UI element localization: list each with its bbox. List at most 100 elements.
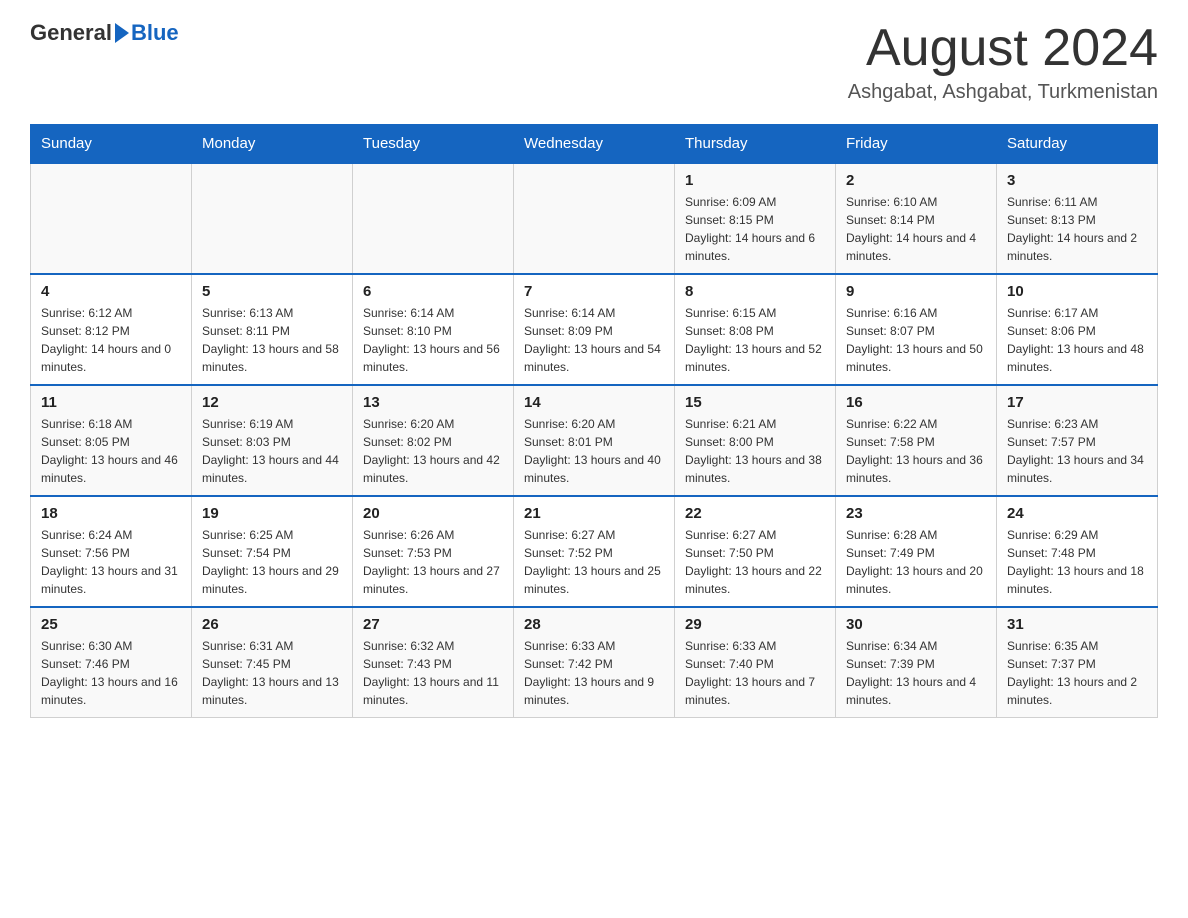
- calendar-header-row: SundayMondayTuesdayWednesdayThursdayFrid…: [31, 125, 1158, 164]
- day-info: Sunrise: 6:29 AM Sunset: 7:48 PM Dayligh…: [1007, 526, 1147, 598]
- day-number: 9: [846, 283, 986, 300]
- day-info: Sunrise: 6:14 AM Sunset: 8:10 PM Dayligh…: [363, 304, 503, 376]
- calendar-cell: 5 Sunrise: 6:13 AM Sunset: 8:11 PM Daylig…: [192, 274, 353, 385]
- day-number: 5: [202, 283, 342, 300]
- calendar-cell: 20Sunrise: 6:26 AM Sunset: 7:53 PM Dayli…: [353, 496, 514, 607]
- calendar-cell: 26 Sunrise: 6:31 AM Sunset: 7:45 PM Dayli…: [192, 607, 353, 718]
- day-number: 31: [1007, 616, 1147, 633]
- day-number: 16: [846, 394, 986, 411]
- day-number: 6: [363, 283, 503, 300]
- calendar-week-row: 18Sunrise: 6:24 AM Sunset: 7:56 PM Dayli…: [31, 496, 1158, 607]
- day-number: 17: [1007, 394, 1147, 411]
- logo: General Blue: [30, 20, 179, 46]
- day-number: 13: [363, 394, 503, 411]
- calendar-cell: 29 Sunrise: 6:33 AM Sunset: 7:40 PM Dayli…: [675, 607, 836, 718]
- day-number: 26: [202, 616, 342, 633]
- calendar-cell: 22 Sunrise: 6:27 AM Sunset: 7:50 PM Dayli…: [675, 496, 836, 607]
- day-number: 4: [41, 283, 181, 300]
- day-info: Sunrise: 6:13 AM Sunset: 8:11 PM Dayligh…: [202, 304, 342, 376]
- day-number: 27: [363, 616, 503, 633]
- calendar-cell: 23 Sunrise: 6:28 AM Sunset: 7:49 PM Dayli…: [836, 496, 997, 607]
- calendar-cell: 14 Sunrise: 6:20 AM Sunset: 8:01 PM Dayli…: [514, 385, 675, 496]
- day-info: Sunrise: 6:27 AM Sunset: 7:52 PM Dayligh…: [524, 526, 664, 598]
- title-block: August 2024 Ashgabat, Ashgabat, Turkmeni…: [848, 20, 1158, 104]
- month-year-title: August 2024: [848, 20, 1158, 77]
- calendar-cell: 11 Sunrise: 6:18 AM Sunset: 8:05 PM Dayli…: [31, 385, 192, 496]
- day-info: Sunrise: 6:17 AM Sunset: 8:06 PM Dayligh…: [1007, 304, 1147, 376]
- day-number: 22: [685, 505, 825, 522]
- day-number: 24: [1007, 505, 1147, 522]
- day-info: Sunrise: 6:34 AM Sunset: 7:39 PM Dayligh…: [846, 637, 986, 709]
- day-info: Sunrise: 6:21 AM Sunset: 8:00 PM Dayligh…: [685, 415, 825, 487]
- calendar-cell: 19Sunrise: 6:25 AM Sunset: 7:54 PM Dayli…: [192, 496, 353, 607]
- day-info: Sunrise: 6:10 AM Sunset: 8:14 PM Dayligh…: [846, 193, 986, 265]
- header-wednesday: Wednesday: [514, 125, 675, 164]
- calendar-cell: 7 Sunrise: 6:14 AM Sunset: 8:09 PM Daylig…: [514, 274, 675, 385]
- day-number: 7: [524, 283, 664, 300]
- calendar-table: SundayMondayTuesdayWednesdayThursdayFrid…: [30, 124, 1158, 718]
- calendar-cell: [31, 163, 192, 274]
- day-number: 15: [685, 394, 825, 411]
- day-info: Sunrise: 6:33 AM Sunset: 7:40 PM Dayligh…: [685, 637, 825, 709]
- day-info: Sunrise: 6:20 AM Sunset: 8:02 PM Dayligh…: [363, 415, 503, 487]
- calendar-cell: 2Sunrise: 6:10 AM Sunset: 8:14 PM Daylig…: [836, 163, 997, 274]
- logo-triangle-icon: [115, 23, 129, 43]
- header-sunday: Sunday: [31, 125, 192, 164]
- day-info: Sunrise: 6:14 AM Sunset: 8:09 PM Dayligh…: [524, 304, 664, 376]
- day-number: 8: [685, 283, 825, 300]
- day-info: Sunrise: 6:11 AM Sunset: 8:13 PM Dayligh…: [1007, 193, 1147, 265]
- logo-general-text: General: [30, 20, 112, 46]
- calendar-week-row: 4 Sunrise: 6:12 AM Sunset: 8:12 PM Daylig…: [31, 274, 1158, 385]
- header-friday: Friday: [836, 125, 997, 164]
- day-number: 29: [685, 616, 825, 633]
- calendar-cell: 28Sunrise: 6:33 AM Sunset: 7:42 PM Dayli…: [514, 607, 675, 718]
- page-header: General Blue August 2024 Ashgabat, Ashga…: [30, 20, 1158, 104]
- day-info: Sunrise: 6:19 AM Sunset: 8:03 PM Dayligh…: [202, 415, 342, 487]
- calendar-cell: 25Sunrise: 6:30 AM Sunset: 7:46 PM Dayli…: [31, 607, 192, 718]
- day-info: Sunrise: 6:31 AM Sunset: 7:45 PM Dayligh…: [202, 637, 342, 709]
- day-number: 14: [524, 394, 664, 411]
- day-number: 19: [202, 505, 342, 522]
- calendar-cell: 13 Sunrise: 6:20 AM Sunset: 8:02 PM Dayli…: [353, 385, 514, 496]
- day-info: Sunrise: 6:33 AM Sunset: 7:42 PM Dayligh…: [524, 637, 664, 709]
- day-number: 30: [846, 616, 986, 633]
- day-number: 23: [846, 505, 986, 522]
- day-number: 21: [524, 505, 664, 522]
- header-saturday: Saturday: [997, 125, 1158, 164]
- calendar-cell: 9Sunrise: 6:16 AM Sunset: 8:07 PM Daylig…: [836, 274, 997, 385]
- day-info: Sunrise: 6:27 AM Sunset: 7:50 PM Dayligh…: [685, 526, 825, 598]
- calendar-cell: 4 Sunrise: 6:12 AM Sunset: 8:12 PM Daylig…: [31, 274, 192, 385]
- day-info: Sunrise: 6:18 AM Sunset: 8:05 PM Dayligh…: [41, 415, 181, 487]
- calendar-cell: 27 Sunrise: 6:32 AM Sunset: 7:43 PM Dayli…: [353, 607, 514, 718]
- calendar-cell: 16 Sunrise: 6:22 AM Sunset: 7:58 PM Dayli…: [836, 385, 997, 496]
- day-info: Sunrise: 6:32 AM Sunset: 7:43 PM Dayligh…: [363, 637, 503, 709]
- day-info: Sunrise: 6:35 AM Sunset: 7:37 PM Dayligh…: [1007, 637, 1147, 709]
- calendar-cell: 10Sunrise: 6:17 AM Sunset: 8:06 PM Dayli…: [997, 274, 1158, 385]
- day-info: Sunrise: 6:22 AM Sunset: 7:58 PM Dayligh…: [846, 415, 986, 487]
- calendar-cell: [514, 163, 675, 274]
- calendar-week-row: 11 Sunrise: 6:18 AM Sunset: 8:05 PM Dayli…: [31, 385, 1158, 496]
- day-number: 11: [41, 394, 181, 411]
- calendar-cell: 15 Sunrise: 6:21 AM Sunset: 8:00 PM Dayli…: [675, 385, 836, 496]
- day-number: 1: [685, 172, 825, 189]
- day-info: Sunrise: 6:23 AM Sunset: 7:57 PM Dayligh…: [1007, 415, 1147, 487]
- calendar-cell: 18Sunrise: 6:24 AM Sunset: 7:56 PM Dayli…: [31, 496, 192, 607]
- calendar-cell: [192, 163, 353, 274]
- location-subtitle: Ashgabat, Ashgabat, Turkmenistan: [848, 81, 1158, 104]
- day-info: Sunrise: 6:20 AM Sunset: 8:01 PM Dayligh…: [524, 415, 664, 487]
- day-number: 20: [363, 505, 503, 522]
- calendar-cell: 3Sunrise: 6:11 AM Sunset: 8:13 PM Daylig…: [997, 163, 1158, 274]
- day-info: Sunrise: 6:28 AM Sunset: 7:49 PM Dayligh…: [846, 526, 986, 598]
- day-info: Sunrise: 6:09 AM Sunset: 8:15 PM Dayligh…: [685, 193, 825, 265]
- logo-blue-text: Blue: [131, 20, 179, 46]
- calendar-cell: 24 Sunrise: 6:29 AM Sunset: 7:48 PM Dayli…: [997, 496, 1158, 607]
- calendar-cell: 31 Sunrise: 6:35 AM Sunset: 7:37 PM Dayli…: [997, 607, 1158, 718]
- day-info: Sunrise: 6:15 AM Sunset: 8:08 PM Dayligh…: [685, 304, 825, 376]
- day-info: Sunrise: 6:12 AM Sunset: 8:12 PM Dayligh…: [41, 304, 181, 376]
- calendar-week-row: 1 Sunrise: 6:09 AM Sunset: 8:15 PM Daylig…: [31, 163, 1158, 274]
- calendar-cell: 12Sunrise: 6:19 AM Sunset: 8:03 PM Dayli…: [192, 385, 353, 496]
- day-number: 25: [41, 616, 181, 633]
- header-thursday: Thursday: [675, 125, 836, 164]
- calendar-cell: [353, 163, 514, 274]
- header-monday: Monday: [192, 125, 353, 164]
